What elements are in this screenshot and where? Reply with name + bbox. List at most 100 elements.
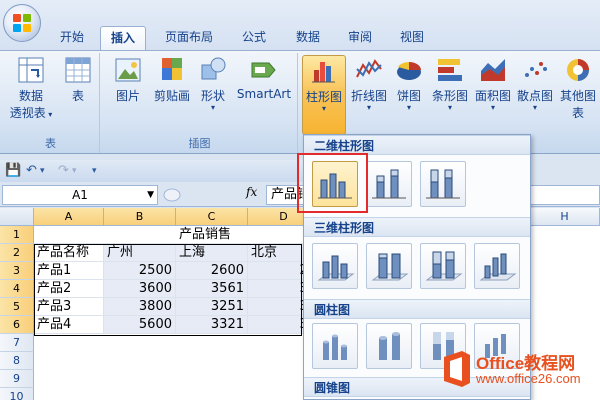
- clipart-label: 剪贴画: [153, 89, 190, 103]
- table-cell[interactable]: 5600: [104, 316, 176, 334]
- save-icon[interactable]: 💾: [5, 163, 21, 178]
- shapes-label: 形状: [200, 89, 225, 103]
- site-watermark: Office教程网 www.office26.com: [442, 349, 600, 391]
- table-cell[interactable]: 2600: [176, 262, 248, 280]
- redo-dropdown-icon[interactable]: ▾: [72, 166, 77, 176]
- watermark-url: www.office26.com: [476, 371, 581, 386]
- tab-view[interactable]: 视图: [390, 26, 434, 50]
- row-header-8[interactable]: 8: [0, 352, 34, 370]
- tab-formulas[interactable]: 公式: [232, 26, 276, 50]
- table-cell[interactable]: 产品4: [34, 316, 104, 334]
- table-cell[interactable]: 产品1: [34, 262, 104, 280]
- line-chart-label: 折线图: [350, 89, 387, 103]
- tab-home[interactable]: 开始: [50, 26, 94, 50]
- cylinder-icon: [323, 334, 347, 360]
- bar-chart-button[interactable]: 条形图 ▾: [428, 55, 472, 135]
- table-cell[interactable]: 3561: [176, 280, 248, 298]
- customize-toolbar-icon[interactable]: ▾: [92, 166, 97, 176]
- header-cell-shanghai[interactable]: 上海: [176, 244, 248, 262]
- row-header-7[interactable]: 7: [0, 334, 34, 352]
- column-chart-label: 柱形图: [305, 90, 342, 104]
- picture-icon: [115, 58, 141, 82]
- column-chart-button[interactable]: 柱形图 ▾: [302, 55, 346, 135]
- 3d-column-icon: [479, 253, 517, 281]
- sheet-title-cell[interactable]: 产品销售: [34, 226, 320, 244]
- office-logo-icon: [13, 14, 31, 32]
- table-cell[interactable]: 2500: [104, 262, 176, 280]
- bar-chart-label: 条形图: [431, 89, 468, 103]
- shapes-button[interactable]: 形状 ▾: [196, 55, 230, 133]
- scatter-chart-button[interactable]: 散点图 ▾: [514, 55, 556, 135]
- 3d-100-stacked-column-option[interactable]: [420, 243, 466, 289]
- row-header-2[interactable]: 2: [0, 244, 34, 262]
- stacked-column-icon: [372, 169, 406, 199]
- row-header-6[interactable]: 6: [0, 316, 34, 334]
- undo-dropdown-icon[interactable]: ▾: [40, 166, 45, 176]
- stacked-cylinder-option[interactable]: [366, 323, 412, 369]
- 3d-clustered-column-option[interactable]: [312, 243, 358, 289]
- row-header-10[interactable]: 10: [0, 388, 34, 400]
- column-header-a[interactable]: A: [34, 208, 104, 226]
- other-charts-label: 其他图表: [559, 89, 596, 120]
- column-header-b[interactable]: B: [104, 208, 176, 226]
- name-box[interactable]: A1 ▼: [2, 185, 158, 205]
- row-header-3[interactable]: 3: [0, 262, 34, 280]
- scatter-chart-icon: [525, 62, 547, 77]
- group-tables: 数据 透视表 ▾ 表 表: [2, 53, 100, 153]
- name-box-dropdown-icon[interactable]: ▼: [147, 186, 154, 204]
- 3d-column-option[interactable]: [474, 243, 520, 289]
- insert-function-button[interactable]: fx: [246, 185, 257, 199]
- header-cell-name[interactable]: 产品名称: [34, 244, 104, 262]
- tab-review[interactable]: 审阅: [338, 26, 382, 50]
- tab-page-layout[interactable]: 页面布局: [156, 26, 222, 50]
- pie-chart-button[interactable]: 饼图 ▾: [392, 55, 426, 135]
- 100-stacked-column-option[interactable]: [420, 161, 466, 207]
- header-cell-guangzhou[interactable]: 广州: [104, 244, 176, 262]
- select-all-corner[interactable]: [0, 208, 34, 226]
- 3d-stacked-column-option[interactable]: [366, 243, 412, 289]
- picture-button[interactable]: 图片: [108, 55, 148, 115]
- clipart-icon: [162, 58, 182, 80]
- clustered-cylinder-option[interactable]: [312, 323, 358, 369]
- clustered-column-option[interactable]: [312, 161, 358, 207]
- pivot-table-button[interactable]: 数据 透视表 ▾: [6, 55, 56, 133]
- row-header-4[interactable]: 4: [0, 280, 34, 298]
- table-cell[interactable]: 产品2: [34, 280, 104, 298]
- stacked-cylinder-icon: [379, 332, 400, 360]
- column-header-c[interactable]: C: [176, 208, 248, 226]
- group-illustrations: 图片 剪贴画 形状 ▾ SmartArt 插图: [102, 53, 298, 153]
- table-cell[interactable]: 3321: [176, 316, 248, 334]
- pie-chart-icon: [397, 62, 421, 80]
- row-header-1[interactable]: 1: [0, 226, 34, 244]
- tab-data[interactable]: 数据: [286, 26, 330, 50]
- table-cell[interactable]: 3800: [104, 298, 176, 316]
- row-header-5[interactable]: 5: [0, 298, 34, 316]
- clipart-button[interactable]: 剪贴画: [150, 55, 194, 115]
- gallery-section-cylinder: 圆柱图: [304, 299, 530, 319]
- office-button[interactable]: [3, 4, 41, 42]
- other-charts-button[interactable]: 其他图表: [556, 55, 600, 135]
- line-chart-icon: [356, 59, 382, 78]
- column-header-h[interactable]: H: [530, 208, 600, 226]
- line-chart-button[interactable]: 折线图 ▾: [348, 55, 390, 135]
- bar-chart-icon: [438, 59, 462, 81]
- stacked-column-option[interactable]: [366, 161, 412, 207]
- tab-insert[interactable]: 插入: [100, 26, 146, 50]
- undo-icon[interactable]: ↶: [26, 163, 37, 178]
- table-cell[interactable]: 3600: [104, 280, 176, 298]
- name-box-value: A1: [72, 188, 88, 202]
- table-cell[interactable]: 3251: [176, 298, 248, 316]
- scatter-chart-label: 散点图: [516, 89, 553, 103]
- table-button[interactable]: 表: [60, 55, 96, 115]
- pie-chart-label: 饼图: [396, 89, 421, 103]
- table-cell[interactable]: 产品3: [34, 298, 104, 316]
- smartart-button[interactable]: SmartArt: [232, 55, 296, 115]
- row-header-9[interactable]: 9: [0, 370, 34, 388]
- area-chart-button[interactable]: 面积图 ▾: [472, 55, 514, 135]
- 3d-stacked-column-icon: [371, 253, 409, 281]
- redo-icon[interactable]: ↷: [58, 163, 69, 178]
- 3d-100-stacked-column-icon: [425, 251, 463, 281]
- group-tables-label: 表: [45, 137, 56, 150]
- office-watermark-logo-icon: [444, 351, 470, 387]
- area-chart-label: 面积图: [474, 89, 511, 103]
